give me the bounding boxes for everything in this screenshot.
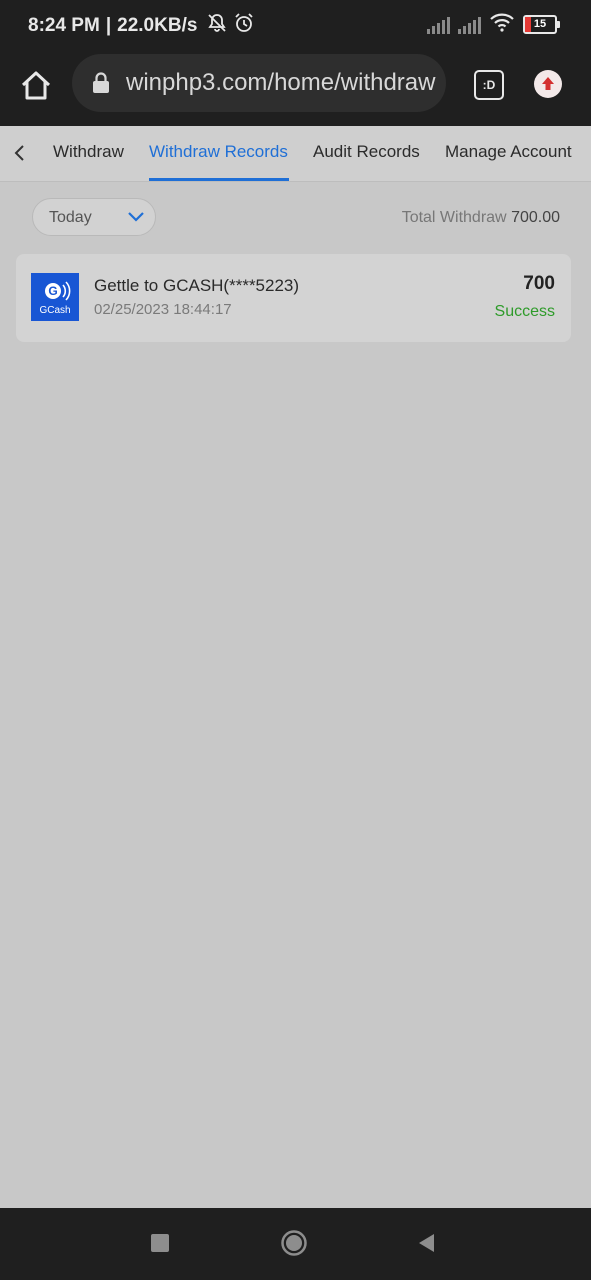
back-triangle-icon[interactable] <box>416 1232 436 1259</box>
tab-bar: Withdraw Withdraw Records Audit Records … <box>0 126 591 182</box>
record-title: Gettle to GCASH(****5223) <box>94 276 300 295</box>
lock-icon <box>92 72 110 99</box>
svg-text:G: G <box>48 284 57 298</box>
total-withdraw-label: Total Withdraw <box>401 209 507 226</box>
gcash-logo-text: GCash <box>39 305 70 316</box>
tab-switcher-label: :D <box>482 78 496 92</box>
address-bar[interactable]: winphp3.com/home/withdraw <box>72 54 446 112</box>
bell-off-icon <box>207 13 227 39</box>
withdraw-record-item[interactable]: G GCash Gettle to GCASH(****5223) 02/25/… <box>16 254 571 342</box>
signal-icon <box>427 16 450 34</box>
date-filter-dropdown[interactable]: Today <box>32 198 156 236</box>
home-icon[interactable] <box>18 68 54 104</box>
alarm-icon <box>233 12 255 40</box>
active-tab-indicator <box>149 178 289 181</box>
record-status: Success <box>494 303 555 320</box>
tab-switcher-icon[interactable]: :D <box>474 70 504 100</box>
update-icon[interactable] <box>534 70 562 98</box>
network-speed: 22.0KB/s <box>117 15 198 36</box>
recent-apps-icon[interactable] <box>151 1234 169 1252</box>
url-text: winphp3.com/home/withdraw <box>126 69 436 96</box>
tab-withdraw-records[interactable]: Withdraw Records <box>149 142 288 162</box>
date-filter-value: Today <box>49 209 92 226</box>
system-nav-bar <box>0 1208 591 1280</box>
tab-audit-records[interactable]: Audit Records <box>313 142 420 162</box>
home-circle-icon[interactable] <box>280 1229 308 1257</box>
status-separator: | <box>105 15 112 36</box>
browser-toolbar: winphp3.com/home/withdraw :D <box>0 48 591 126</box>
status-time: 8:24 PM <box>28 15 100 36</box>
battery-level: 15 <box>533 18 547 30</box>
gcash-logo-icon: G GCash <box>31 273 79 321</box>
status-left: 8:24 PM | 22.0KB/s <box>28 12 255 40</box>
total-withdraw: Total Withdraw 700.00 <box>402 209 560 227</box>
total-withdraw-value: 700.00 <box>511 209 560 226</box>
battery-icon: 15 <box>523 15 560 34</box>
tab-withdraw[interactable]: Withdraw <box>53 142 124 162</box>
chevron-left-icon[interactable] <box>10 143 30 163</box>
status-bar: 8:24 PM | 22.0KB/s 15 <box>0 0 591 48</box>
chevron-down-icon <box>127 210 145 229</box>
record-timestamp: 02/25/2023 18:44:17 <box>94 301 232 318</box>
signal-icon <box>458 16 481 34</box>
status-right: 15 <box>427 12 560 37</box>
wifi-icon <box>489 12 515 37</box>
tab-manage-account[interactable]: Manage Account <box>445 142 572 162</box>
record-amount: 700 <box>523 273 555 294</box>
